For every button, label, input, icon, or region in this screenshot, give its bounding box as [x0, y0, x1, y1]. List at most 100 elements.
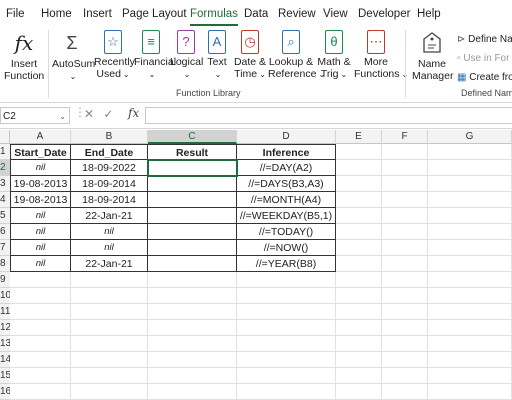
row-header-5[interactable]: 5: [0, 208, 10, 224]
table-cell[interactable]: nil: [10, 160, 71, 176]
table-cell[interactable]: [148, 160, 237, 176]
cell[interactable]: [336, 336, 382, 352]
column-header-a[interactable]: A: [10, 130, 71, 144]
cell[interactable]: [237, 288, 336, 304]
cell[interactable]: [148, 272, 237, 288]
cell[interactable]: [428, 256, 512, 272]
table-cell[interactable]: nil: [10, 256, 71, 272]
row-header-16[interactable]: 16: [0, 384, 10, 400]
worksheet-grid[interactable]: ABCDEFG12345678910111213141516Start_Date…: [0, 130, 512, 400]
row-header-7[interactable]: 7: [0, 240, 10, 256]
cell[interactable]: [382, 384, 428, 400]
cell[interactable]: [71, 272, 148, 288]
cell[interactable]: [237, 368, 336, 384]
table-cell[interactable]: 18-09-2014: [71, 176, 148, 192]
table-cell[interactable]: nil: [71, 240, 148, 256]
row-header-6[interactable]: 6: [0, 224, 10, 240]
cell[interactable]: [428, 384, 512, 400]
table-cell[interactable]: [148, 240, 237, 256]
cell[interactable]: [10, 272, 71, 288]
table-cell[interactable]: 19-08-2013: [10, 176, 71, 192]
cell[interactable]: [382, 288, 428, 304]
create-from-selection-button[interactable]: ▦ Create fro: [457, 72, 512, 83]
row-header-13[interactable]: 13: [0, 336, 10, 352]
tab-page-layout[interactable]: Page Layout: [122, 5, 187, 23]
row-header-2[interactable]: 2: [0, 160, 10, 176]
lookup-button[interactable]: ⌕ Lookup & Reference ⌄: [268, 30, 325, 81]
cell[interactable]: [336, 256, 382, 272]
formula-input[interactable]: [145, 107, 512, 124]
table-cell[interactable]: //=WEEKDAY(B5,1): [237, 208, 336, 224]
cell[interactable]: [382, 352, 428, 368]
logical-button[interactable]: ? Logical ⌄: [170, 30, 203, 81]
row-header-12[interactable]: 12: [0, 320, 10, 336]
cell[interactable]: [336, 288, 382, 304]
cell[interactable]: [382, 176, 428, 192]
cell[interactable]: [428, 336, 512, 352]
cell[interactable]: [71, 384, 148, 400]
cell[interactable]: [428, 352, 512, 368]
column-header-d[interactable]: D: [237, 130, 336, 144]
cell[interactable]: [382, 336, 428, 352]
table-cell[interactable]: //=MONTH(A4): [237, 192, 336, 208]
cell[interactable]: [382, 320, 428, 336]
cell[interactable]: [237, 304, 336, 320]
cell[interactable]: [237, 272, 336, 288]
cell[interactable]: [237, 352, 336, 368]
cell[interactable]: [148, 304, 237, 320]
cell[interactable]: [10, 352, 71, 368]
cell[interactable]: [382, 256, 428, 272]
cell[interactable]: [382, 368, 428, 384]
enter-icon[interactable]: ✓: [103, 107, 113, 121]
cell[interactable]: [336, 304, 382, 320]
cell[interactable]: [71, 304, 148, 320]
cell[interactable]: [148, 336, 237, 352]
tab-home[interactable]: Home: [41, 5, 72, 23]
cell[interactable]: [382, 208, 428, 224]
cell[interactable]: [428, 160, 512, 176]
cell[interactable]: [336, 384, 382, 400]
table-cell[interactable]: 22-Jan-21: [71, 256, 148, 272]
table-cell[interactable]: //=YEAR(B8): [237, 256, 336, 272]
cell[interactable]: [336, 368, 382, 384]
tab-insert[interactable]: Insert: [83, 5, 112, 23]
cell[interactable]: [148, 384, 237, 400]
autosum-button[interactable]: Σ AutoSum ⌄: [52, 30, 95, 83]
tab-file[interactable]: File: [6, 5, 25, 23]
cell[interactable]: [336, 208, 382, 224]
cell[interactable]: [428, 208, 512, 224]
row-header-11[interactable]: 11: [0, 304, 10, 320]
cell[interactable]: [10, 368, 71, 384]
cell[interactable]: [10, 320, 71, 336]
row-header-10[interactable]: 10: [0, 288, 10, 304]
insert-function-icon[interactable]: fx: [128, 106, 139, 120]
table-cell[interactable]: [148, 256, 237, 272]
cell[interactable]: [428, 272, 512, 288]
cell[interactable]: [336, 192, 382, 208]
cell[interactable]: [336, 160, 382, 176]
recently-button[interactable]: ☆ Recently Used ⌄: [94, 30, 135, 81]
cell[interactable]: [71, 352, 148, 368]
tab-formulas[interactable]: Formulas: [190, 5, 238, 26]
cell[interactable]: [10, 304, 71, 320]
name-manager-button[interactable]: Name Manager: [412, 30, 453, 82]
row-header-14[interactable]: 14: [0, 352, 10, 368]
cell[interactable]: [336, 240, 382, 256]
cell[interactable]: [10, 384, 71, 400]
table-cell[interactable]: [148, 224, 237, 240]
column-header-f[interactable]: F: [382, 130, 428, 144]
row-header-15[interactable]: 15: [0, 368, 10, 384]
cell[interactable]: [237, 320, 336, 336]
cell[interactable]: [148, 368, 237, 384]
cell[interactable]: [428, 192, 512, 208]
row-header-1[interactable]: 1: [0, 144, 10, 160]
cell[interactable]: [382, 192, 428, 208]
column-header-c[interactable]: C: [148, 130, 237, 144]
cell[interactable]: [382, 272, 428, 288]
cell[interactable]: [336, 272, 382, 288]
tab-help[interactable]: Help: [417, 5, 441, 23]
row-header-4[interactable]: 4: [0, 192, 10, 208]
cell[interactable]: [237, 336, 336, 352]
table-cell[interactable]: //=DAY(A2): [237, 160, 336, 176]
use-in-formula-button[interactable]: ▫ Use in For: [457, 53, 509, 64]
